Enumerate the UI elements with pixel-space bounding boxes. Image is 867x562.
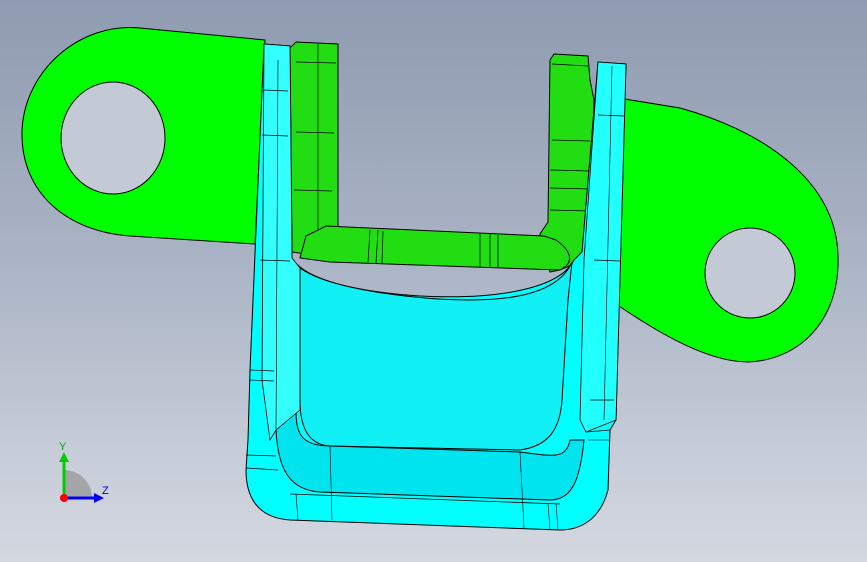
bracket-floor[interactable] bbox=[299, 225, 570, 271]
bracket-left-hole bbox=[60, 81, 166, 195]
bracket-right-hole bbox=[704, 227, 796, 319]
y-axis-arrow-icon bbox=[59, 452, 69, 462]
triad-quadrant bbox=[64, 470, 92, 498]
x-axis-dot-icon bbox=[60, 494, 68, 502]
z-axis-label: Z bbox=[102, 485, 109, 497]
bracket-left-wall[interactable] bbox=[289, 41, 339, 257]
cad-model[interactable] bbox=[0, 0, 867, 562]
bracket-right-lobe[interactable] bbox=[599, 94, 839, 363]
reference-triad: Y Z bbox=[59, 441, 109, 503]
graphics-viewport[interactable]: Y Z bbox=[0, 0, 867, 562]
y-axis-label: Y bbox=[59, 441, 67, 453]
